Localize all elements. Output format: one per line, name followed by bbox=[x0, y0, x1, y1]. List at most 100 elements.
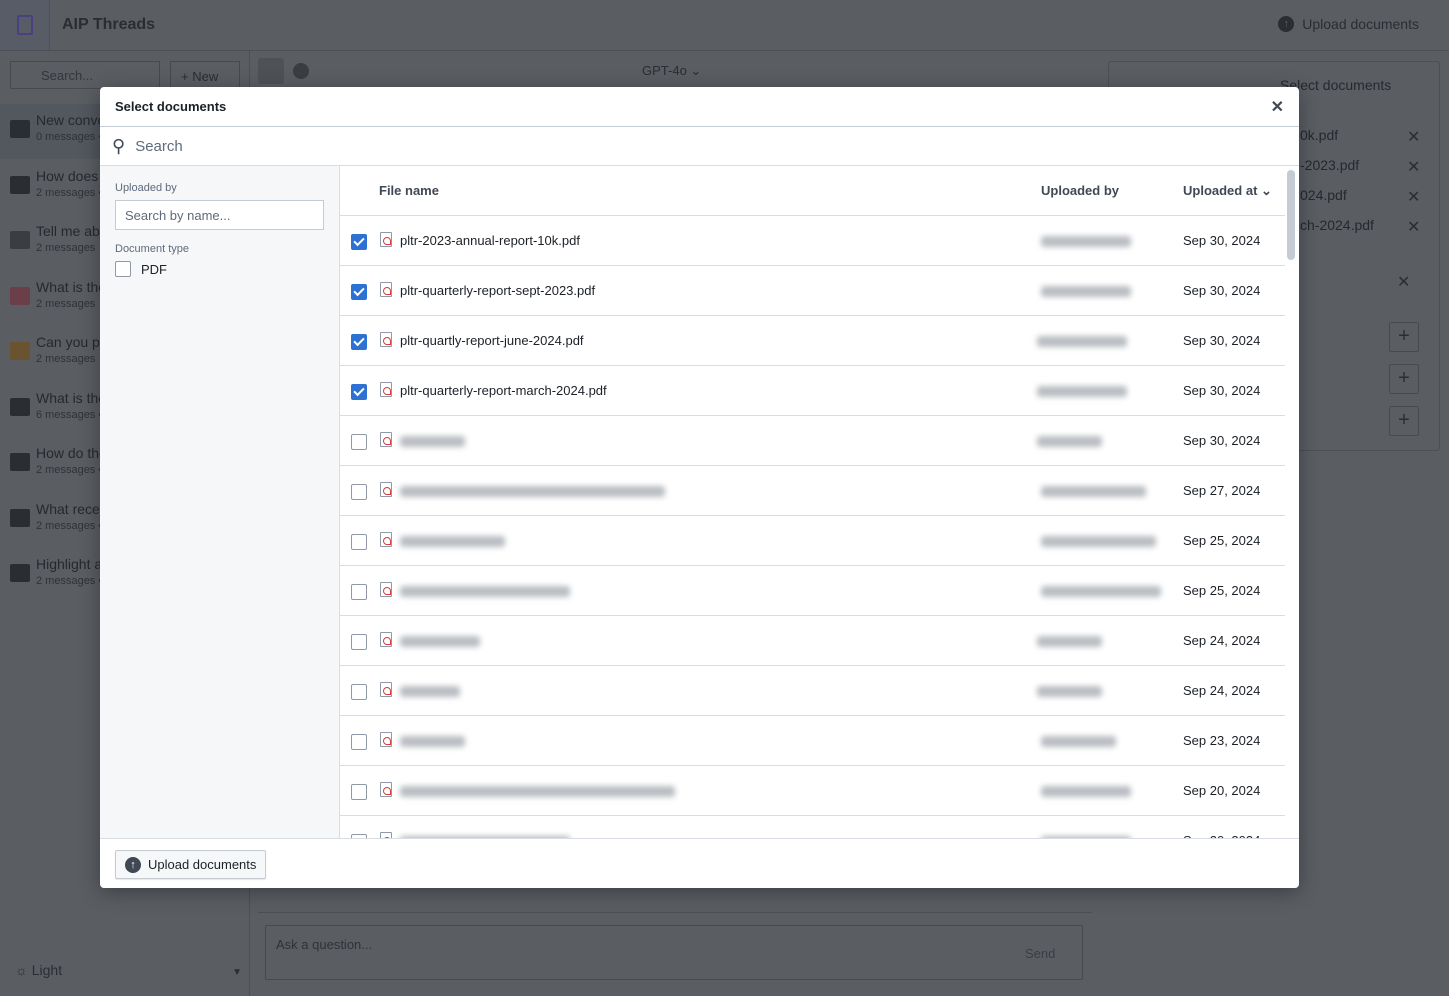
upload-documents-button[interactable]: ↑ Upload documents bbox=[1278, 16, 1419, 32]
file-name-redacted bbox=[400, 686, 460, 697]
document-row[interactable]: pltr-quartly-report-june-2024.pdf Sep 30,… bbox=[340, 316, 1285, 366]
pdf-file-icon bbox=[380, 432, 392, 447]
pdf-file-icon bbox=[380, 632, 392, 647]
upload-date: Sep 25, 2024 bbox=[1183, 533, 1261, 548]
upload-date: Sep 30, 2024 bbox=[1183, 333, 1261, 348]
row-checkbox[interactable] bbox=[351, 684, 367, 700]
pdf-file-icon bbox=[380, 282, 392, 297]
file-name-redacted bbox=[400, 636, 480, 647]
file-name: pltr-quarterly-report-sept-2023.pdf bbox=[400, 283, 596, 298]
selected-document: 0k.pdf bbox=[1300, 127, 1339, 143]
chat-icon bbox=[10, 453, 30, 471]
table-header: File name Uploaded by Uploaded at ⌄ bbox=[340, 166, 1285, 216]
send-button[interactable]: Send bbox=[995, 937, 1070, 969]
pdf-file-icon bbox=[380, 732, 392, 747]
chat-icon bbox=[10, 286, 30, 305]
row-checkbox[interactable] bbox=[351, 434, 367, 450]
remove-document-icon[interactable]: ✕ bbox=[1407, 187, 1420, 207]
uploader-redacted bbox=[1041, 786, 1131, 797]
add-button[interactable]: + bbox=[1389, 322, 1419, 352]
pdf-filter-checkbox[interactable]: PDF bbox=[115, 261, 324, 277]
document-row[interactable]: Sep 25, 2024 bbox=[340, 516, 1285, 566]
document-row[interactable]: Sep 27, 2024 bbox=[340, 466, 1285, 516]
chat-icon bbox=[10, 564, 30, 582]
pdf-file-icon bbox=[380, 232, 392, 247]
close-dialog-button[interactable]: ✕ bbox=[1271, 97, 1284, 117]
document-row[interactable]: Sep 30, 2024 bbox=[340, 416, 1285, 466]
add-button[interactable]: + bbox=[1389, 406, 1419, 436]
upload-date: Sep 23, 2024 bbox=[1183, 733, 1261, 748]
pdf-file-icon bbox=[380, 382, 392, 397]
row-checkbox[interactable] bbox=[351, 784, 367, 800]
close-icon[interactable]: ✕ bbox=[1397, 272, 1410, 292]
conversation-search-input[interactable]: Search... bbox=[10, 61, 160, 89]
document-row[interactable]: Sep 25, 2024 bbox=[340, 566, 1285, 616]
remove-document-icon[interactable]: ✕ bbox=[1407, 217, 1420, 237]
document-row[interactable]: Sep 24, 2024 bbox=[340, 616, 1285, 666]
file-name-redacted bbox=[400, 586, 570, 597]
scrollbar[interactable] bbox=[1287, 170, 1295, 260]
document-type-label: Document type bbox=[115, 243, 189, 255]
row-checkbox[interactable] bbox=[351, 334, 367, 350]
list-view-icon[interactable] bbox=[258, 58, 284, 84]
row-checkbox[interactable] bbox=[351, 484, 367, 500]
document-search-input[interactable]: ⚲ Search bbox=[100, 127, 1299, 166]
upload-date: Sep 24, 2024 bbox=[1183, 633, 1261, 648]
uploader-redacted bbox=[1037, 636, 1102, 647]
file-name: pltr-quartly-report-june-2024.pdf bbox=[400, 333, 584, 348]
remove-document-icon[interactable]: ✕ bbox=[1407, 127, 1420, 147]
upload-documents-dialog-button[interactable]: ↑ Upload documents bbox=[115, 850, 267, 879]
row-checkbox[interactable] bbox=[351, 534, 367, 550]
pdf-file-icon bbox=[380, 682, 392, 697]
column-uploaded-by[interactable]: Uploaded by bbox=[1041, 183, 1119, 198]
row-checkbox[interactable] bbox=[351, 584, 367, 600]
document-row[interactable]: Sep 24, 2024 bbox=[340, 666, 1285, 716]
document-row[interactable]: pltr-quarterly-report-sept-2023.pdf Sep 3… bbox=[340, 266, 1285, 316]
document-row[interactable]: pltr-2023-annual-report-10k.pdf Sep 30, 2… bbox=[340, 216, 1285, 266]
download-icon[interactable] bbox=[293, 63, 309, 79]
new-conversation-button[interactable]: + New bbox=[170, 61, 240, 89]
model-selector[interactable]: GPT-4o ⌄ bbox=[642, 63, 701, 79]
row-checkbox[interactable] bbox=[351, 634, 367, 650]
column-file-name[interactable]: File name bbox=[379, 183, 439, 198]
remove-document-icon[interactable]: ✕ bbox=[1407, 157, 1420, 177]
pdf-file-icon bbox=[380, 582, 392, 597]
column-uploaded-at[interactable]: Uploaded at ⌄ bbox=[1183, 183, 1272, 199]
pdf-file-icon bbox=[380, 482, 392, 497]
file-name-redacted bbox=[400, 786, 675, 797]
uploader-redacted bbox=[1037, 686, 1102, 697]
uploader-redacted bbox=[1037, 336, 1127, 347]
document-row[interactable]: pltr-quarterly-report-march-2024.pdf Sep … bbox=[340, 366, 1285, 416]
documents-table: File name Uploaded by Uploaded at ⌄ pltr… bbox=[340, 166, 1285, 838]
uploader-redacted bbox=[1041, 236, 1131, 247]
row-checkbox[interactable] bbox=[351, 734, 367, 750]
app-logo-icon bbox=[0, 0, 50, 50]
pdf-file-icon bbox=[380, 782, 392, 797]
uploaded-by-label: Uploaded by bbox=[115, 182, 177, 194]
upload-icon: ↑ bbox=[1278, 16, 1295, 32]
chat-icon bbox=[10, 397, 30, 416]
add-button[interactable]: + bbox=[1389, 364, 1419, 394]
document-row[interactable]: Sep 23, 2024 bbox=[340, 716, 1285, 766]
file-name-redacted bbox=[400, 486, 665, 497]
question-input[interactable]: Ask a question... bbox=[265, 925, 1083, 980]
uploaded-by-search-input[interactable]: Search by name... bbox=[115, 200, 324, 230]
theme-selector[interactable]: ☼ Light ▼ bbox=[15, 962, 242, 978]
app-title: AIP Threads bbox=[62, 16, 156, 33]
upload-date: Sep 24, 2024 bbox=[1183, 683, 1261, 698]
row-checkbox[interactable] bbox=[351, 384, 367, 400]
chat-icon bbox=[10, 342, 30, 360]
top-bar bbox=[0, 0, 1449, 51]
document-row[interactable]: Sep 20, 2024 bbox=[340, 816, 1285, 838]
upload-date: Sep 30, 2024 bbox=[1183, 283, 1261, 298]
uploader-redacted bbox=[1041, 536, 1156, 547]
file-name-redacted bbox=[400, 536, 505, 547]
selected-document: ch-2024.pdf bbox=[1300, 217, 1374, 233]
upload-date: Sep 30, 2024 bbox=[1183, 383, 1261, 398]
uploader-redacted bbox=[1037, 386, 1127, 397]
document-row[interactable]: Sep 20, 2024 bbox=[340, 766, 1285, 816]
row-checkbox[interactable] bbox=[351, 234, 367, 250]
row-checkbox[interactable] bbox=[351, 284, 367, 300]
selected-document: 024.pdf bbox=[1300, 187, 1347, 203]
uploader-redacted bbox=[1041, 286, 1131, 297]
